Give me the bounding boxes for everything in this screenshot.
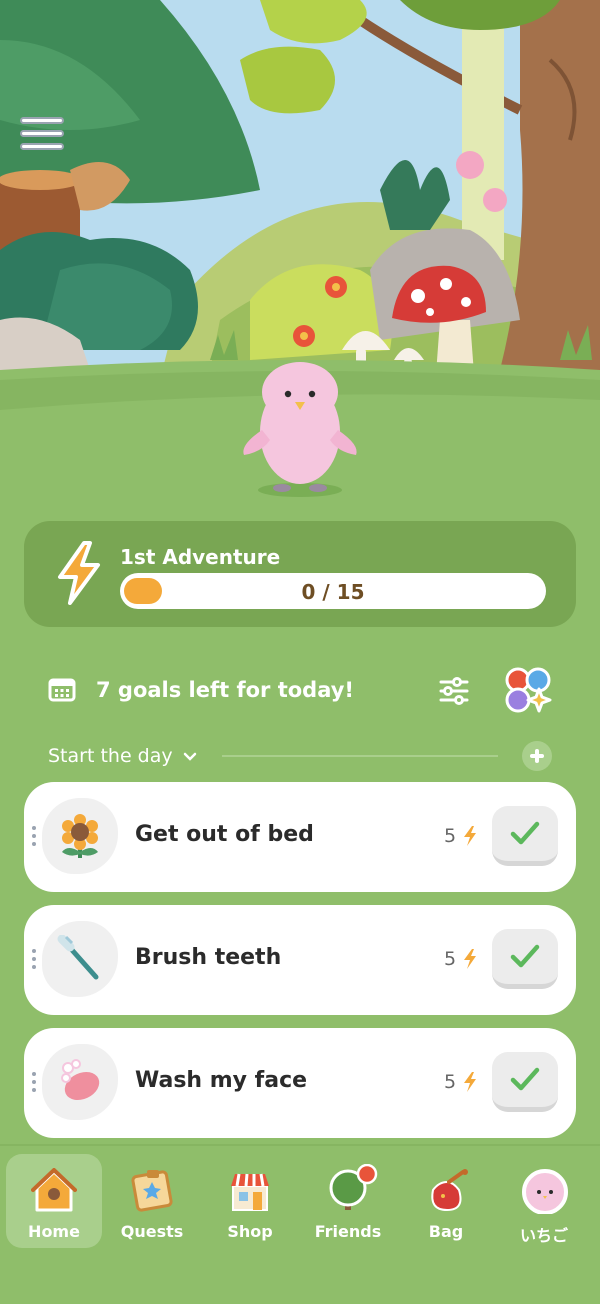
goals-header: 7 goals left for today! — [48, 667, 556, 713]
house-icon — [31, 1168, 77, 1212]
menu-button[interactable] — [20, 117, 64, 151]
forest-scene — [0, 0, 600, 510]
sunflower-icon — [62, 814, 98, 858]
soap-icon — [61, 1059, 100, 1101]
menu-icon-bar — [20, 117, 64, 124]
drag-handle-icon[interactable] — [30, 1072, 38, 1094]
section-label: Start the day — [48, 745, 173, 767]
complete-task-button[interactable] — [492, 806, 558, 866]
nav-shop[interactable]: Shop — [202, 1154, 298, 1248]
chevron-down-icon — [183, 752, 196, 761]
drag-handle-icon[interactable] — [30, 949, 38, 971]
task-points: 5 — [444, 1071, 457, 1093]
nav-label: Shop — [227, 1222, 273, 1241]
nav-profile[interactable]: いちご — [496, 1154, 592, 1248]
complete-task-button[interactable] — [492, 1052, 558, 1112]
nav-friends[interactable]: Friends — [300, 1154, 396, 1248]
nav-label: Bag — [428, 1222, 464, 1241]
notification-badge — [356, 1164, 378, 1185]
checkmark-icon — [510, 1067, 540, 1091]
nav-label: Friends — [314, 1222, 382, 1241]
task-card[interactable]: Brush teeth 5 — [24, 905, 576, 1015]
nav-label: Quests — [120, 1222, 184, 1241]
shop-icon — [231, 1173, 269, 1211]
add-goal-button[interactable] — [522, 741, 552, 771]
task-card[interactable]: Wash my face 5 — [24, 1028, 576, 1138]
task-label: Brush teeth — [135, 945, 282, 970]
menu-icon-bar — [20, 130, 64, 137]
task-label: Get out of bed — [135, 822, 314, 847]
nav-home[interactable]: Home — [6, 1154, 102, 1248]
task-label: Wash my face — [135, 1068, 308, 1093]
adventure-card[interactable]: 1st Adventure 0 / 15 — [24, 521, 576, 627]
filter-icon[interactable] — [438, 676, 470, 706]
nav-quests[interactable]: Quests — [104, 1154, 200, 1248]
adventure-title: 1st Adventure — [120, 545, 281, 569]
task-points: 5 — [444, 825, 457, 847]
menu-icon-bar — [20, 143, 64, 150]
calendar-icon — [48, 678, 76, 702]
adventure-progress-text: 0 / 15 — [301, 580, 365, 604]
lightning-icon — [464, 949, 476, 969]
section-toggle[interactable]: Start the day — [48, 745, 197, 767]
bag-icon — [431, 1169, 468, 1212]
category-apps-icon[interactable] — [502, 664, 556, 718]
goals-summary: 7 goals left for today! — [96, 678, 355, 702]
bottom-nav: Home Quests Shop Friends Bag いちご — [0, 1144, 600, 1304]
task-icon-container — [42, 921, 118, 997]
lightning-icon — [58, 541, 100, 605]
nav-label: Home — [28, 1222, 80, 1241]
task-icon-container — [42, 798, 118, 874]
profile-avatar-icon — [522, 1169, 568, 1214]
section-header: Start the day — [48, 740, 554, 772]
adventure-progress-bar: 0 / 15 — [120, 573, 546, 609]
lightning-icon — [464, 826, 476, 846]
nav-label: いちご — [519, 1226, 568, 1245]
toothbrush-icon — [57, 935, 99, 980]
task-points: 5 — [444, 948, 457, 970]
task-card[interactable]: Get out of bed 5 — [24, 782, 576, 892]
drag-handle-icon[interactable] — [30, 826, 38, 848]
nav-bag[interactable]: Bag — [398, 1154, 494, 1248]
forest-illustration — [0, 0, 600, 510]
quest-board-icon — [131, 1170, 173, 1212]
lightning-icon — [464, 1072, 476, 1092]
checkmark-icon — [510, 944, 540, 968]
complete-task-button[interactable] — [492, 929, 558, 989]
tree-icon — [329, 1164, 378, 1210]
section-divider — [222, 755, 498, 757]
checkmark-icon — [510, 821, 540, 845]
task-icon-container — [42, 1044, 118, 1120]
